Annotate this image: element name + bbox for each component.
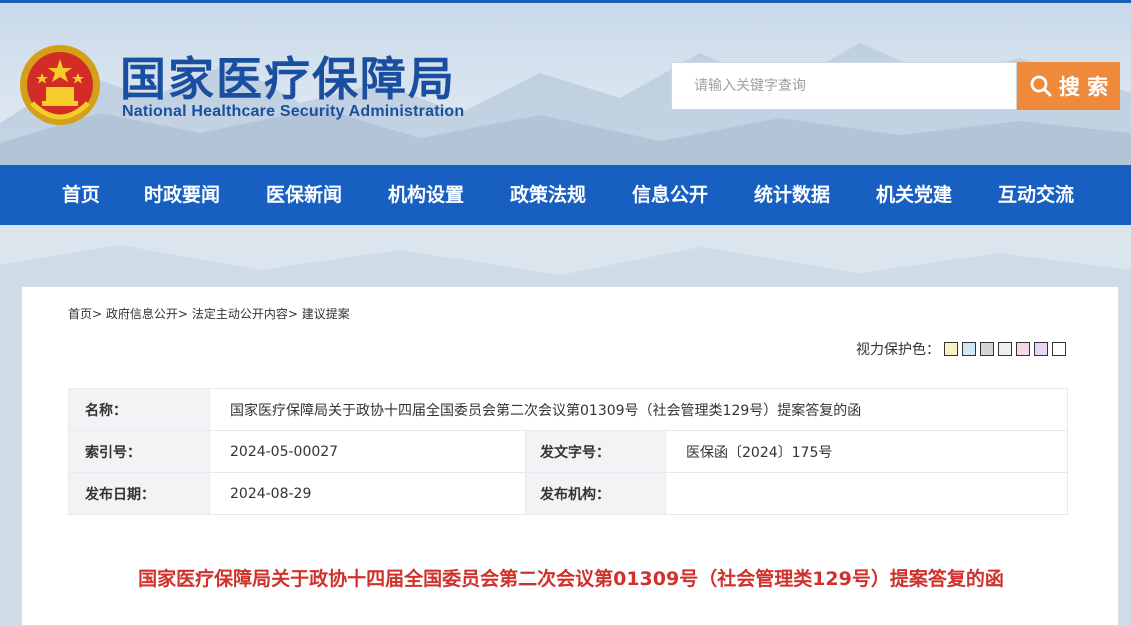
- meta-date-value: 2024-08-29: [209, 472, 526, 515]
- color-swatch-yellow[interactable]: [944, 342, 958, 356]
- search-box: [671, 62, 1017, 110]
- meta-row-name: 名称： 国家医疗保障局关于政协十四届全国委员会第二次会议第01309号（社会管理…: [68, 388, 1068, 431]
- color-swatch-blue[interactable]: [962, 342, 976, 356]
- breadcrumb-separator: >: [92, 307, 103, 321]
- color-swatch-gray[interactable]: [980, 342, 994, 356]
- breadcrumb-separator: >: [287, 307, 298, 321]
- nav-item-medical-news[interactable]: 医保新闻: [243, 165, 365, 225]
- meta-name-label: 名称：: [68, 388, 210, 431]
- meta-name-value: 国家医疗保障局关于政协十四届全国委员会第二次会议第01309号（社会管理类129…: [209, 388, 1068, 431]
- meta-index-value: 2024-05-00027: [209, 430, 526, 473]
- meta-docno-label: 发文字号：: [525, 430, 666, 473]
- search-icon: [1030, 75, 1052, 97]
- nav-item-policy[interactable]: 政策法规: [487, 165, 609, 225]
- nav-item-organization[interactable]: 机构设置: [365, 165, 487, 225]
- color-swatch-pink[interactable]: [1016, 342, 1030, 356]
- document-meta-table: 名称： 国家医疗保障局关于政协十四届全国委员会第二次会议第01309号（社会管理…: [68, 388, 1068, 515]
- breadcrumb-proposals[interactable]: 建议提案: [302, 307, 350, 321]
- nav-item-info-public[interactable]: 信息公开: [609, 165, 731, 225]
- national-emblem-icon[interactable]: [18, 43, 102, 127]
- breadcrumb-separator: >: [177, 307, 188, 321]
- site-title-cn[interactable]: 国家医疗保障局: [120, 43, 456, 109]
- meta-date-label: 发布日期：: [68, 472, 210, 515]
- meta-org-label: 发布机构：: [525, 472, 666, 515]
- breadcrumb-gov-info[interactable]: 政府信息公开: [106, 307, 178, 321]
- color-swatch-purple[interactable]: [1034, 342, 1048, 356]
- main-nav: 首页 时政要闻 医保新闻 机构设置 政策法规 信息公开 统计数据 机关党建 互动…: [0, 165, 1131, 225]
- search-input[interactable]: [692, 63, 1016, 109]
- meta-org-value: [665, 472, 1068, 515]
- meta-row-index: 索引号： 2024-05-00027 发文字号： 医保函〔2024〕175号: [68, 430, 1068, 473]
- meta-docno-value: 医保函〔2024〕175号: [665, 430, 1068, 473]
- meta-row-date: 发布日期： 2024-08-29 发布机构：: [68, 472, 1068, 515]
- document-title: 国家医疗保障局关于政协十四届全国委员会第二次会议第01309号（社会管理类129…: [138, 568, 1004, 590]
- breadcrumb-legal-content[interactable]: 法定主动公开内容: [192, 307, 288, 321]
- eye-protect-colors: 视力保护色：: [856, 339, 1066, 359]
- site-title-en: National Healthcare Security Administrat…: [122, 103, 465, 120]
- color-swatch-light-gray[interactable]: [998, 342, 1012, 356]
- meta-index-label: 索引号：: [68, 430, 210, 473]
- eye-protect-label: 视力保护色：: [856, 342, 940, 358]
- nav-item-party[interactable]: 机关党建: [853, 165, 975, 225]
- nav-item-statistics[interactable]: 统计数据: [731, 165, 853, 225]
- breadcrumb-home[interactable]: 首页: [68, 307, 92, 321]
- search-button[interactable]: 搜 索: [1017, 62, 1120, 110]
- content-panel: 首页> 政府信息公开> 法定主动公开内容> 建议提案 视力保护色： 名称： 国家…: [21, 286, 1119, 626]
- search-button-label: 搜 索: [1058, 75, 1109, 99]
- color-swatch-white[interactable]: [1052, 342, 1066, 356]
- breadcrumb: 首页> 政府信息公开> 法定主动公开内容> 建议提案: [68, 305, 350, 322]
- nav-item-interaction[interactable]: 互动交流: [975, 165, 1097, 225]
- nav-item-news[interactable]: 时政要闻: [121, 165, 243, 225]
